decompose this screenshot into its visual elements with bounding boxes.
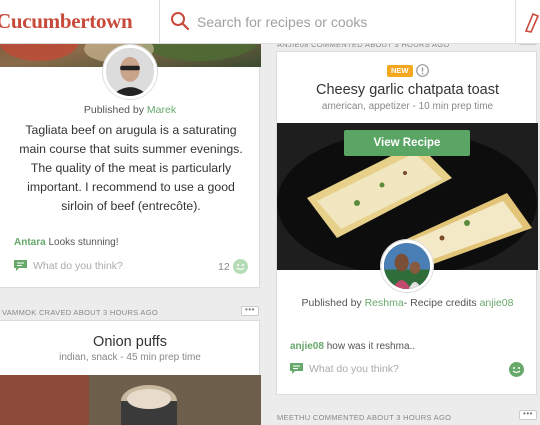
comment-input[interactable]: What do you think? xyxy=(309,363,399,375)
pen-icon[interactable] xyxy=(522,11,540,33)
activity-meta: VAMMOK CRAVED ABOUT 3 HOURS AGO xyxy=(2,308,158,317)
comment-row[interactable]: What do you think? xyxy=(290,362,520,378)
avatar[interactable] xyxy=(103,45,157,99)
like-count: 12 xyxy=(218,261,230,273)
chat-icon xyxy=(290,363,303,374)
recipe-card-right: NEW Cheesy garlic chatpata toast america… xyxy=(276,51,538,395)
more-button[interactable]: ••• xyxy=(519,410,537,420)
comment-author[interactable]: anjie08 xyxy=(290,341,324,352)
info-icon[interactable] xyxy=(416,64,429,77)
recipe-title[interactable]: Onion puffs xyxy=(0,334,261,350)
author-link[interactable]: Reshma xyxy=(365,297,404,309)
recipe-image[interactable] xyxy=(0,375,261,425)
smiley-icon[interactable] xyxy=(509,362,524,377)
more-button[interactable]: ••• xyxy=(241,306,259,316)
activity-meta: MEETHU COMMENTED ABOUT 3 HOURS AGO xyxy=(277,413,452,422)
chat-icon xyxy=(14,260,27,271)
recipe-description: Tagliata beef on arugula is a saturating… xyxy=(19,123,243,213)
recipe-subtitle: indian, snack - 45 min prep time xyxy=(59,352,201,363)
recipe-subtitle: american, appetizer - 10 min prep time xyxy=(321,101,494,112)
author-link[interactable]: Marek xyxy=(147,104,176,116)
recipe-title[interactable]: Cheesy garlic chatpata toast xyxy=(277,82,538,98)
divider xyxy=(515,0,516,44)
avatar[interactable] xyxy=(381,240,433,292)
published-by: Published by Marek xyxy=(83,104,177,116)
comment-author[interactable]: Antara xyxy=(14,237,46,248)
recipe-card-left-2: Onion puffs indian, snack - 45 min prep … xyxy=(0,320,261,425)
comment: Antara Looks stunning! xyxy=(14,237,119,248)
divider xyxy=(159,0,160,44)
comment-row[interactable]: What do you think? xyxy=(14,259,244,275)
comment: anjie08 how was it reshma.. xyxy=(290,341,416,352)
view-recipe-button[interactable]: View Recipe xyxy=(344,130,470,156)
smiley-icon[interactable] xyxy=(233,259,248,274)
top-bar: Cucumbertown xyxy=(0,0,540,44)
credits-link[interactable]: anjie08 xyxy=(480,297,514,309)
published-by: Published by Reshma- Recipe credits anji… xyxy=(301,297,514,309)
comment-input[interactable]: What do you think? xyxy=(33,260,123,272)
search-input[interactable] xyxy=(197,11,497,33)
search-icon[interactable] xyxy=(170,11,190,31)
recipe-card-left: Published by Marek Tagliata beef on arug… xyxy=(0,10,261,288)
new-badge: NEW xyxy=(387,65,413,77)
logo[interactable]: Cucumbertown xyxy=(0,9,133,34)
